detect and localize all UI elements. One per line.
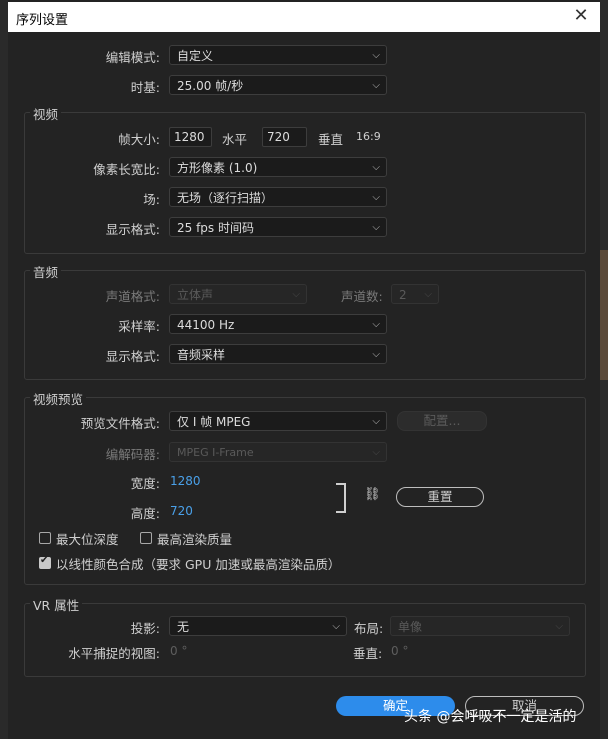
channel-format-select: 立体声 ⌵ — [169, 284, 307, 304]
vr-group-title: VR 属性 — [30, 595, 83, 614]
channel-format-value: 立体声 — [177, 288, 214, 302]
vr-group — [24, 603, 586, 677]
chevron-down-icon: ⌵ — [372, 192, 380, 203]
projection-select[interactable]: 无 ⌵ — [169, 616, 347, 636]
v-fov-label: 垂直: — [353, 646, 383, 661]
configure-button: 配置... — [397, 411, 487, 431]
watermark-text: 头条 @会呼吸不一定是活的 — [404, 709, 577, 725]
preview-file-format-value: 仅 I 帧 MPEG — [177, 415, 251, 429]
layout-select: 单像 ⌵ — [390, 616, 570, 636]
audio-group-title: 音频 — [30, 262, 62, 281]
h-fov-value: 0 ° — [170, 644, 188, 658]
timebase-label: 时基: — [130, 80, 160, 95]
title-bar: 序列设置 ✕ — [8, 2, 600, 32]
projection-label: 投影: — [130, 621, 160, 636]
preview-height-value[interactable]: 720 — [170, 504, 193, 518]
max-render-quality-checkbox[interactable] — [140, 532, 152, 544]
max-bit-depth-label: 最大位深度 — [56, 532, 119, 547]
edit-mode-label: 编辑模式: — [105, 50, 160, 65]
channels-label: 声道数: — [341, 289, 383, 304]
chevron-down-icon: ⌵ — [372, 416, 380, 427]
max-bit-depth-checkbox[interactable] — [39, 532, 51, 544]
linear-color-label: 以线性颜色合成（要求 GPU 加速或最高渲染品质） — [56, 557, 341, 572]
frame-size-label: 帧大小: — [118, 132, 160, 147]
channels-value: 2 — [399, 288, 407, 302]
preview-width-value[interactable]: 1280 — [170, 474, 201, 488]
fields-value: 无场（逐行扫描） — [177, 191, 274, 205]
video-display-format-label: 显示格式: — [105, 222, 160, 237]
reset-button[interactable]: 重置 — [396, 487, 484, 507]
background-left-strip — [0, 0, 8, 739]
video-group-title: 视频 — [30, 104, 62, 123]
chevron-down-icon: ⌵ — [372, 222, 380, 233]
h-fov-label: 水平捕捉的视图: — [68, 646, 160, 661]
preview-height-label: 高度: — [130, 506, 160, 521]
audio-display-format-select[interactable]: 音频采样 ⌵ — [169, 344, 387, 364]
horizontal-label: 水平 — [222, 132, 248, 147]
channel-format-label: 声道格式: — [105, 289, 160, 304]
linear-color-checkbox[interactable] — [39, 555, 51, 569]
chevron-down-icon: ⌵ — [372, 447, 380, 458]
sample-rate-label: 采样率: — [118, 319, 160, 334]
timebase-value: 25.00 帧/秒 — [177, 79, 244, 93]
sample-rate-value: 44100 Hz — [177, 318, 235, 332]
audio-display-format-value: 音频采样 — [177, 348, 226, 362]
preview-file-format-select[interactable]: 仅 I 帧 MPEG ⌵ — [169, 411, 387, 431]
chevron-down-icon: ⌵ — [332, 621, 340, 632]
video-display-format-value: 25 fps 时间码 — [177, 221, 254, 235]
projection-value: 无 — [177, 620, 190, 634]
layout-label: 布局: — [354, 621, 384, 636]
preview-file-format-label: 预览文件格式: — [80, 416, 160, 431]
frame-width-input[interactable]: 1280 — [169, 127, 212, 147]
chevron-down-icon: ⌵ — [372, 80, 380, 91]
fields-label: 场: — [143, 192, 160, 207]
codec-select: MPEG I-Frame ⌵ — [169, 442, 387, 462]
pixel-aspect-value: 方形像素 (1.0) — [177, 161, 258, 175]
preview-width-label: 宽度: — [130, 476, 160, 491]
frame-height-input[interactable]: 720 — [262, 127, 307, 147]
timebase-select[interactable]: 25.00 帧/秒 ⌵ — [169, 75, 387, 95]
channels-select: 2 ⌵ — [391, 284, 439, 304]
chevron-down-icon: ⌵ — [372, 50, 380, 61]
max-render-quality-label: 最高渲染质量 — [157, 532, 233, 547]
audio-display-format-label: 显示格式: — [105, 349, 160, 364]
aspect-ratio-text: 16:9 — [356, 130, 381, 143]
edit-mode-value: 自定义 — [177, 49, 214, 63]
sample-rate-select[interactable]: 44100 Hz ⌵ — [169, 314, 387, 334]
vertical-label: 垂直 — [318, 132, 344, 147]
close-icon[interactable]: ✕ — [570, 5, 592, 27]
background-image-fragment — [600, 250, 608, 380]
fields-select[interactable]: 无场（逐行扫描） ⌵ — [169, 187, 387, 207]
chevron-down-icon: ⌵ — [372, 162, 380, 173]
link-bracket — [336, 483, 346, 513]
codec-value: MPEG I-Frame — [177, 446, 254, 459]
pixel-aspect-label: 像素长宽比: — [93, 162, 160, 177]
layout-value: 单像 — [398, 620, 423, 634]
chevron-down-icon: ⌵ — [555, 621, 563, 632]
v-fov-value: 0 ° — [391, 644, 409, 658]
video-display-format-select[interactable]: 25 fps 时间码 ⌵ — [169, 217, 387, 237]
pixel-aspect-select[interactable]: 方形像素 (1.0) ⌵ — [169, 157, 387, 177]
chevron-down-icon: ⌵ — [372, 349, 380, 360]
link-chain-icon[interactable]: ⛓ — [364, 487, 381, 502]
codec-label: 编解码器: — [105, 447, 160, 462]
chevron-down-icon: ⌵ — [424, 289, 432, 300]
chevron-down-icon: ⌵ — [372, 319, 380, 330]
dialog-title: 序列设置 — [16, 13, 69, 28]
video-preview-group-title: 视频预览 — [30, 389, 87, 408]
chevron-down-icon: ⌵ — [292, 289, 300, 300]
edit-mode-select[interactable]: 自定义 ⌵ — [169, 45, 387, 65]
